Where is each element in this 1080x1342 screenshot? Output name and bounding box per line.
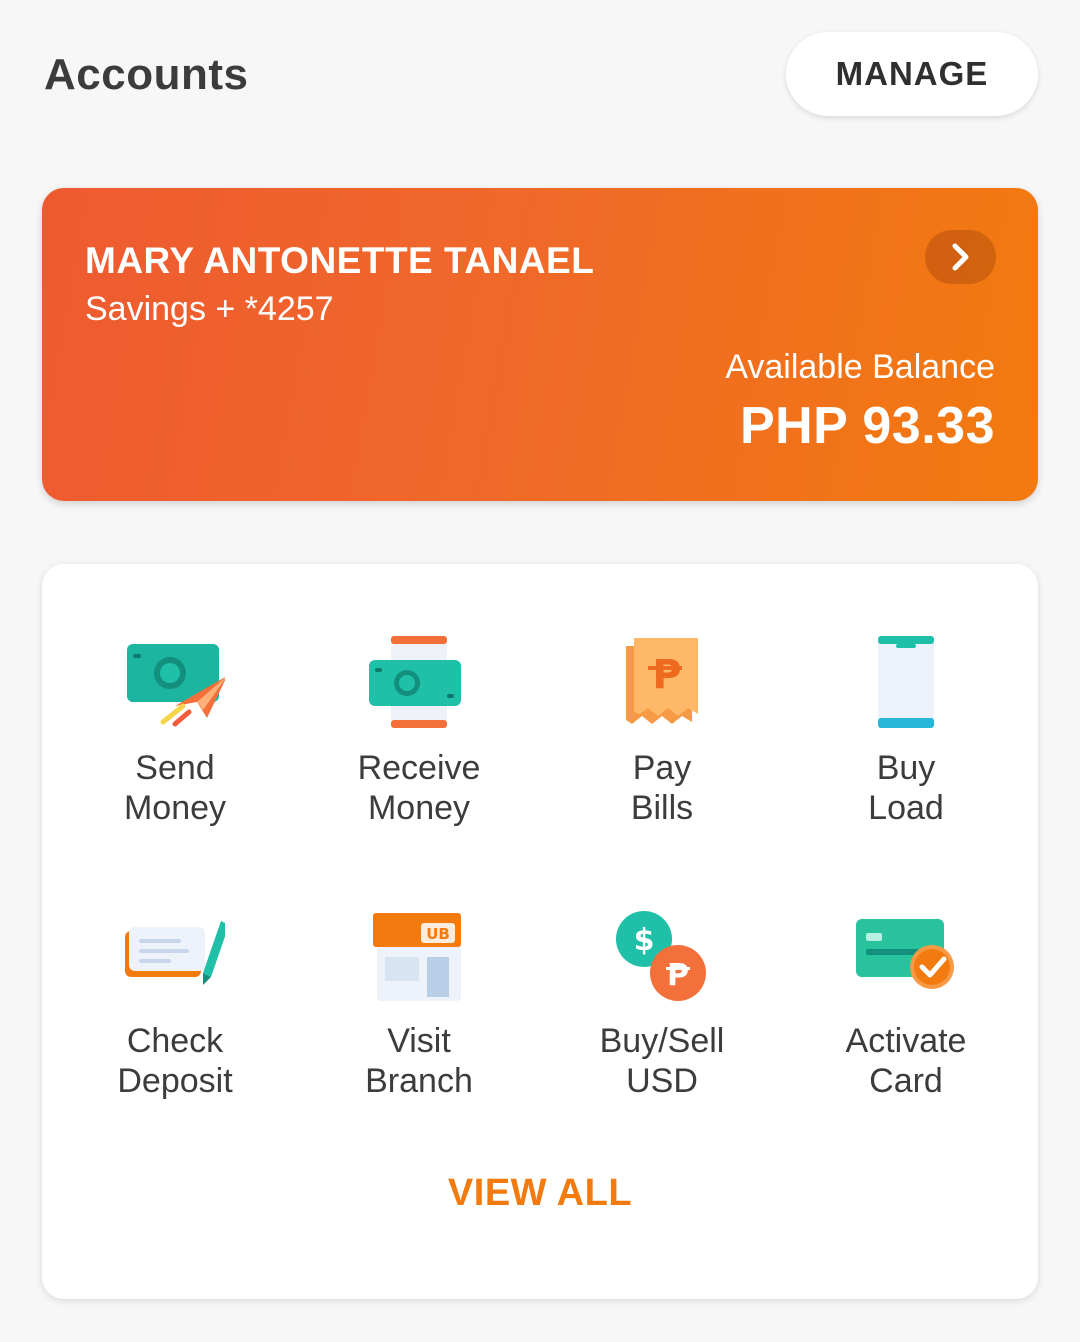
activate-card-button[interactable]: Activate Card: [786, 909, 1026, 1139]
svg-text:P: P: [667, 958, 689, 993]
pay-bills-button[interactable]: P Pay Bills: [542, 636, 782, 866]
activate-card-icon: [856, 919, 954, 989]
manage-button[interactable]: MANAGE: [786, 32, 1038, 116]
action-label: Check Deposit: [117, 1022, 233, 1100]
header: Accounts MANAGE: [0, 0, 1080, 150]
balance-value: PHP 93.33: [739, 397, 995, 455]
visit-branch-icon: UB: [373, 913, 461, 1001]
chevron-right-icon: [952, 243, 968, 271]
page-title: Accounts: [44, 50, 249, 99]
buy-load-icon: [878, 636, 934, 728]
buy-sell-usd-icon: $ P: [616, 911, 706, 1001]
svg-text:P: P: [652, 652, 681, 698]
action-label: Activate Card: [845, 1022, 967, 1100]
action-label: Visit Branch: [365, 1022, 473, 1100]
action-label: Pay Bills: [630, 749, 694, 827]
account-details-button[interactable]: [925, 230, 996, 284]
visit-branch-button[interactable]: UB Visit Branch: [299, 909, 539, 1139]
account-card[interactable]: MARY ANTONETTE TANAEL Savings + *4257 Av…: [42, 188, 1038, 501]
balance-label: Available Balance: [725, 348, 995, 386]
account-holder-name: MARY ANTONETTE TANAEL: [85, 240, 595, 281]
view-all-link[interactable]: VIEW ALL: [42, 1172, 1038, 1215]
send-money-button[interactable]: Send Money: [55, 636, 295, 866]
pay-bills-icon: P: [626, 638, 698, 724]
buy-sell-usd-button[interactable]: $ P Buy/Sell USD: [542, 909, 782, 1139]
quick-actions-panel: Send Money Receive Money P Pay Bills Buy…: [42, 564, 1038, 1299]
action-label: Receive Money: [357, 749, 481, 827]
svg-text:UB: UB: [426, 925, 450, 943]
svg-text:$: $: [634, 923, 655, 958]
buy-load-button[interactable]: Buy Load: [786, 636, 1026, 866]
action-label: Buy/Sell USD: [599, 1022, 725, 1100]
send-money-icon: [127, 644, 225, 727]
check-deposit-button[interactable]: Check Deposit: [55, 909, 295, 1139]
check-deposit-icon: [125, 921, 225, 985]
action-label: Buy Load: [868, 749, 944, 827]
receive-money-button[interactable]: Receive Money: [299, 636, 539, 866]
receive-money-icon: [369, 636, 461, 728]
action-label: Send Money: [123, 749, 227, 827]
account-type: Savings + *4257: [85, 290, 334, 328]
